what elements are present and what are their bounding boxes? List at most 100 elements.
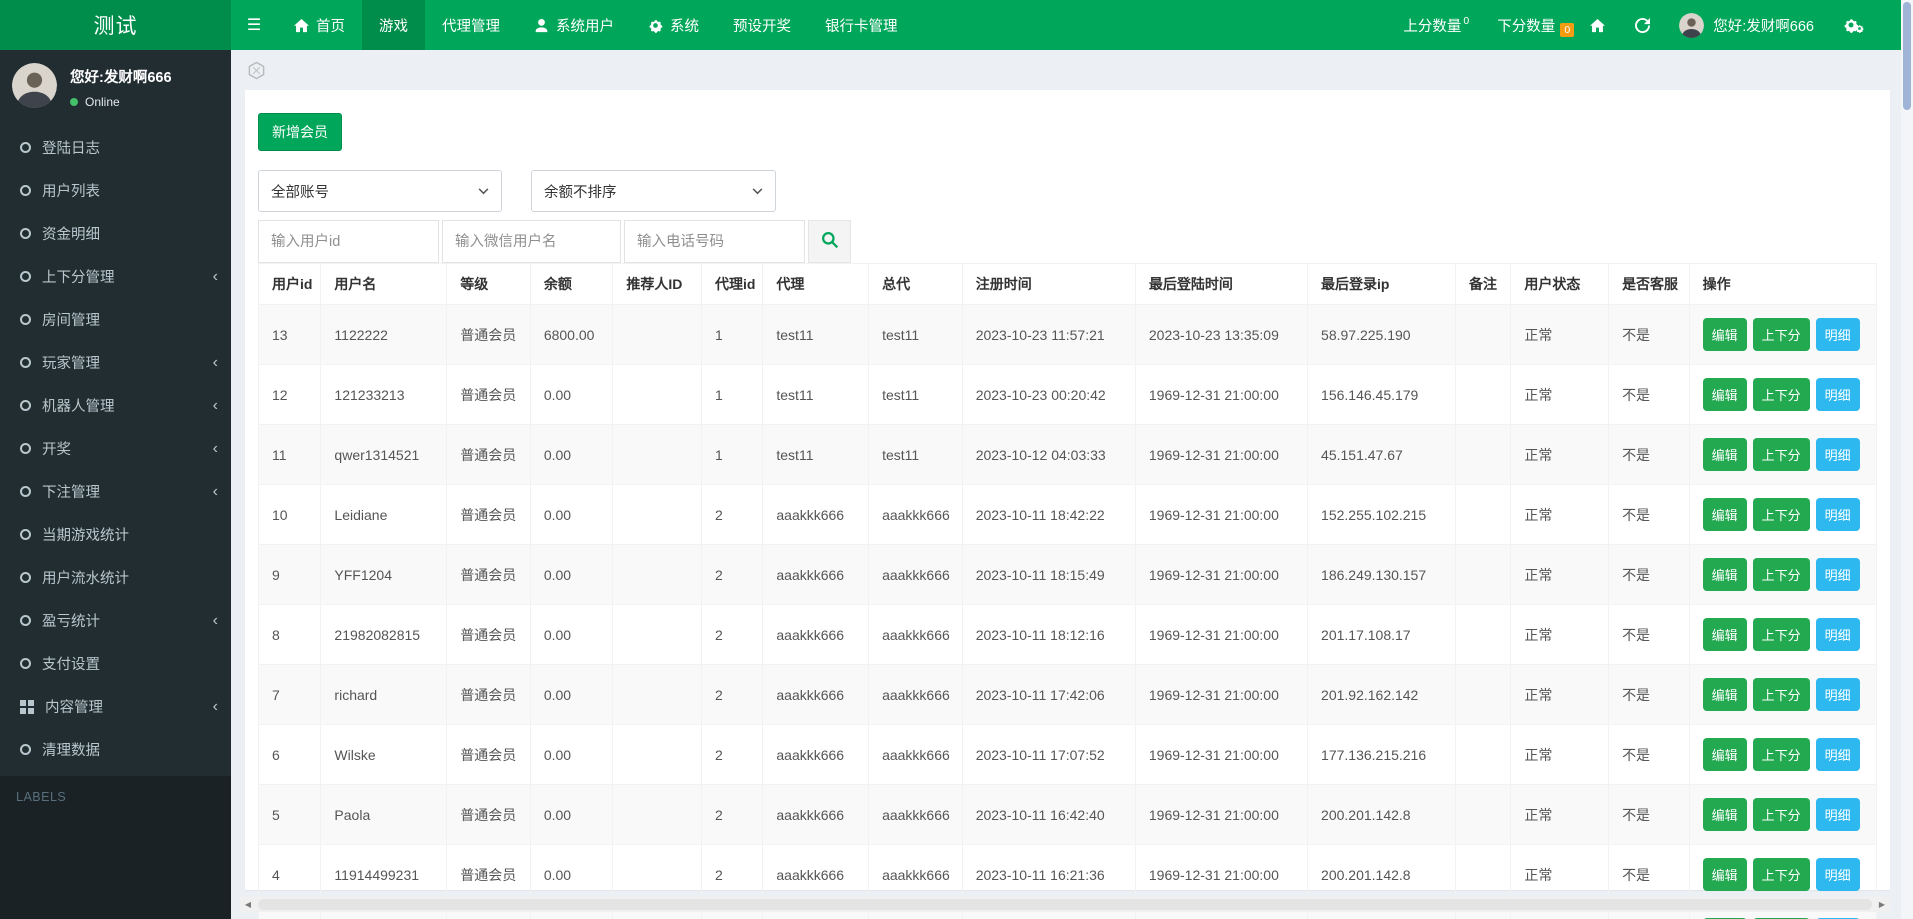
nav-item-preset-lottery[interactable]: 预设开奖 bbox=[716, 0, 808, 50]
nav-item-bank-card-management[interactable]: 银行卡管理 bbox=[808, 0, 915, 50]
edit-button[interactable]: 编辑 bbox=[1702, 738, 1747, 771]
account-type-select[interactable]: 全部账号 bbox=[258, 170, 502, 212]
home-icon bbox=[294, 18, 309, 33]
sidebar-item-lottery-draw[interactable]: 开奖 ‹ bbox=[0, 427, 231, 470]
nav-item-system-users[interactable]: 系统用户 bbox=[517, 0, 631, 50]
nav-item-agent-management[interactable]: 代理管理 bbox=[425, 0, 517, 50]
balance-sort-select[interactable]: 余额不排序 bbox=[531, 170, 776, 212]
main-content: 新增会员 全部账号 余额不排序 输入用户id 输入微信用户名 输入电话号码 用户… bbox=[231, 50, 1913, 919]
detail-button[interactable]: 明细 bbox=[1815, 798, 1860, 831]
detail-button[interactable]: 明细 bbox=[1815, 678, 1860, 711]
hexagon-collapse-icon[interactable] bbox=[247, 61, 266, 80]
sidebar-item-funds-detail[interactable]: 资金明细 bbox=[0, 212, 231, 255]
sidebar-item-room-management[interactable]: 房间管理 bbox=[0, 298, 231, 341]
edit-button[interactable]: 编辑 bbox=[1702, 438, 1747, 471]
user-id-input[interactable] bbox=[258, 220, 439, 263]
phone-number-input[interactable] bbox=[624, 220, 805, 263]
table-cell bbox=[612, 604, 702, 665]
detail-button[interactable]: 明细 bbox=[1815, 318, 1860, 351]
updown-button[interactable]: 上下分 bbox=[1752, 318, 1810, 351]
sidebar-toggle-button[interactable]: ☰ bbox=[231, 0, 277, 50]
updown-button[interactable]: 上下分 bbox=[1752, 738, 1810, 771]
nav-item-system[interactable]: 系统 bbox=[631, 0, 716, 50]
detail-button[interactable]: 明细 bbox=[1815, 618, 1860, 651]
add-member-button[interactable]: 新增会员 bbox=[258, 113, 342, 151]
table-cell: 1969-12-31 21:00:00 bbox=[1134, 364, 1309, 425]
edit-button[interactable]: 编辑 bbox=[1702, 618, 1747, 651]
table-cell: 正常 bbox=[1510, 724, 1610, 785]
edit-button[interactable]: 编辑 bbox=[1702, 678, 1747, 711]
table-row: 7 richard 普通会员 0.00 2 aaakkk666 aaakkk666 2023-… bbox=[257, 664, 1878, 725]
sidebar-item-user-flow-stats[interactable]: 用户流水统计 bbox=[0, 556, 231, 599]
sidebar-item-bet-management[interactable]: 下注管理 ‹ bbox=[0, 470, 231, 513]
up-score-counter[interactable]: 上分数量 0 bbox=[1389, 15, 1483, 36]
user-menu[interactable]: 您好:发财啊666 bbox=[1665, 12, 1828, 38]
detail-button[interactable]: 明细 bbox=[1815, 558, 1860, 591]
detail-button[interactable]: 明细 bbox=[1815, 438, 1860, 471]
table-cell: aaakkk666 bbox=[762, 604, 870, 665]
actions-cell: 编辑上下分明细 bbox=[1688, 544, 1878, 605]
table-cell: 不是 bbox=[1608, 484, 1690, 545]
edit-button[interactable]: 编辑 bbox=[1702, 378, 1747, 411]
detail-button[interactable]: 明细 bbox=[1815, 498, 1860, 531]
edit-button[interactable]: 编辑 bbox=[1702, 798, 1747, 831]
table-row: 4 11914499231 普通会员 0.00 2 aaakkk666 aaakkk666 2… bbox=[257, 844, 1878, 905]
sidebar-item-player-management[interactable]: 玩家管理 ‹ bbox=[0, 341, 231, 384]
sidebar-user-info: 您好:发财啊666 Online bbox=[70, 63, 172, 109]
table-cell: 2 bbox=[700, 724, 764, 785]
nav-item-games[interactable]: 游戏 bbox=[362, 0, 425, 50]
brand-logo[interactable]: 测试 bbox=[0, 0, 231, 50]
wechat-name-input[interactable] bbox=[442, 220, 621, 263]
table-cell: test11 bbox=[762, 424, 870, 485]
updown-button[interactable]: 上下分 bbox=[1752, 438, 1810, 471]
horizontal-scrollbar[interactable]: ◀ ▶ bbox=[240, 897, 1890, 912]
sidebar-item-user-list[interactable]: 用户列表 bbox=[0, 169, 231, 212]
sidebar-item-clear-data[interactable]: 清理数据 bbox=[0, 728, 231, 771]
search-button[interactable] bbox=[808, 220, 851, 263]
sidebar-item-robot-management[interactable]: 机器人管理 ‹ bbox=[0, 384, 231, 427]
vertical-scrollbar-thumb[interactable] bbox=[1903, 2, 1911, 110]
sidebar-item-score-management[interactable]: 上下分管理 ‹ bbox=[0, 255, 231, 298]
column-header: 等级 bbox=[446, 263, 531, 305]
updown-button[interactable]: 上下分 bbox=[1752, 858, 1810, 891]
scroll-left-arrow-icon[interactable]: ◀ bbox=[240, 897, 256, 912]
online-status[interactable]: Online bbox=[70, 95, 172, 109]
scroll-right-arrow-icon[interactable]: ▶ bbox=[1874, 897, 1890, 912]
circle-icon bbox=[20, 142, 31, 153]
settings-button[interactable] bbox=[1828, 17, 1879, 33]
horizontal-scrollbar-thumb[interactable] bbox=[258, 899, 1872, 910]
detail-button[interactable]: 明细 bbox=[1815, 858, 1860, 891]
home-shortcut-button[interactable] bbox=[1575, 18, 1620, 33]
sidebar-item-payment-settings[interactable]: 支付设置 bbox=[0, 642, 231, 685]
updown-button[interactable]: 上下分 bbox=[1752, 618, 1810, 651]
sidebar-item-profit-loss-stats[interactable]: 盈亏统计 ‹ bbox=[0, 599, 231, 642]
table-cell: 6800.00 bbox=[529, 304, 614, 365]
updown-button[interactable]: 上下分 bbox=[1752, 558, 1810, 591]
detail-button[interactable]: 明细 bbox=[1815, 738, 1860, 771]
detail-button[interactable]: 明细 bbox=[1815, 378, 1860, 411]
down-score-counter[interactable]: 下分数量 0 bbox=[1483, 15, 1575, 37]
sidebar-item-content-management[interactable]: 内容管理 ‹ bbox=[0, 685, 231, 728]
edit-button[interactable]: 编辑 bbox=[1702, 318, 1747, 351]
updown-button[interactable]: 上下分 bbox=[1752, 378, 1810, 411]
edit-button[interactable]: 编辑 bbox=[1702, 558, 1747, 591]
nav-item-home[interactable]: 首页 bbox=[277, 0, 362, 50]
sidebar-item-login-logs[interactable]: 登陆日志 bbox=[0, 126, 231, 169]
vertical-scrollbar[interactable] bbox=[1901, 0, 1913, 919]
sidebar-item-current-game-stats[interactable]: 当期游戏统计 bbox=[0, 513, 231, 556]
chevron-down-icon bbox=[478, 187, 489, 195]
table-cell: 2 bbox=[700, 844, 764, 905]
updown-button[interactable]: 上下分 bbox=[1752, 498, 1810, 531]
table-cell: 正常 bbox=[1510, 424, 1610, 485]
updown-button[interactable]: 上下分 bbox=[1752, 798, 1810, 831]
filter-selects-row: 全部账号 余额不排序 bbox=[258, 170, 1877, 212]
table-cell: 正常 bbox=[1510, 604, 1610, 665]
table-header-row: 用户id 用户名 等级 余额 推荐人ID 代理id 代理 总代 注册时间 最后登陆时间 最后登录ip… bbox=[257, 263, 1878, 305]
table-cell: 2023-10-11 17:07:52 bbox=[961, 724, 1136, 785]
refresh-button[interactable] bbox=[1620, 17, 1665, 33]
edit-button[interactable]: 编辑 bbox=[1702, 858, 1747, 891]
online-status-label: Online bbox=[85, 95, 120, 109]
updown-button[interactable]: 上下分 bbox=[1752, 678, 1810, 711]
sidebar-avatar bbox=[12, 63, 57, 108]
edit-button[interactable]: 编辑 bbox=[1702, 498, 1747, 531]
